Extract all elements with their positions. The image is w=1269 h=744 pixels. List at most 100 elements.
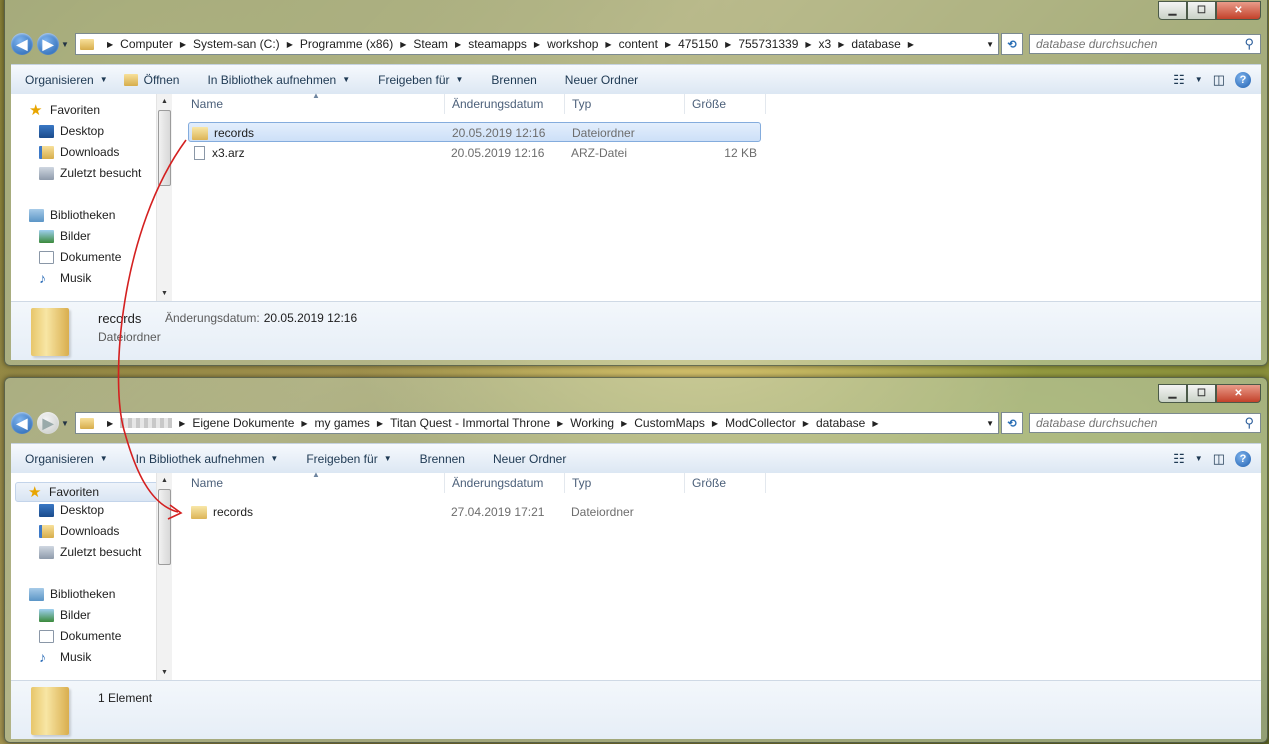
search-icon[interactable]: ⚲ [1244,36,1254,52]
minimize-button[interactable]: ▁ [1158,1,1187,20]
chevron-right-icon[interactable]: ▶ [838,40,844,49]
share-button[interactable]: Freigeben für ▼ [364,73,477,87]
back-button[interactable]: ◀ [11,412,33,434]
new-folder-button[interactable]: Neuer Ordner [551,73,652,87]
address-dropdown-icon[interactable]: ▼ [986,419,994,428]
address-bar[interactable]: ▶ ▶ Eigene Dokumente ▶ my games ▶ Titan Qu… [75,412,999,434]
breadcrumb-item[interactable]: Working [570,416,614,430]
breadcrumb-item[interactable]: x3 [819,37,832,51]
chevron-right-icon[interactable]: ▶ [400,40,406,49]
scrollbar-thumb[interactable] [158,489,171,565]
open-button[interactable]: Öffnen [122,73,194,87]
chevron-right-icon[interactable]: ▶ [301,419,307,428]
search-icon[interactable]: ⚲ [1244,415,1254,431]
table-row[interactable]: x3.arz 20.05.2019 12:16 ARZ-Datei 12 KB [188,143,761,163]
nav-scrollbar[interactable]: ▲ ▼ [156,94,172,301]
chevron-right-icon[interactable]: ▶ [605,40,611,49]
breadcrumb-item[interactable]: System-san (C:) [193,37,280,51]
help-icon[interactable]: ? [1235,450,1251,467]
search-box[interactable]: ⚲ [1029,413,1261,433]
column-header-type[interactable]: Typ [572,473,591,493]
nav-scrollbar[interactable]: ▲ ▼ [156,473,172,680]
nav-item-favorites[interactable]: ★ Favoriten [15,482,159,502]
chevron-right-icon[interactable]: ▶ [107,419,113,428]
refresh-button[interactable]: ⟲ [1001,412,1023,434]
share-button[interactable]: Freigeben für ▼ [292,452,405,466]
column-header-name[interactable]: Name [191,473,223,493]
breadcrumb-item[interactable]: database [851,37,900,51]
breadcrumb-item[interactable]: CustomMaps [634,416,705,430]
scroll-down-icon[interactable]: ▼ [157,665,172,680]
back-button[interactable]: ◀ [11,33,33,55]
maximize-button[interactable]: ☐ [1187,1,1216,20]
organize-button[interactable]: Organisieren ▼ [11,452,122,466]
breadcrumb-item[interactable]: Titan Quest - Immortal Throne [390,416,550,430]
close-button[interactable]: ✕ [1216,384,1261,403]
breadcrumb-item[interactable]: workshop [547,37,598,51]
nav-item-libraries[interactable]: Bibliotheken [29,587,115,601]
nav-item-documents[interactable]: Dokumente [39,250,121,264]
refresh-button[interactable]: ⟲ [1001,33,1023,55]
chevron-right-icon[interactable]: ▶ [179,419,185,428]
view-options-icon[interactable]: ☷ [1173,451,1185,467]
scroll-down-icon[interactable]: ▼ [157,286,172,301]
breadcrumb-item[interactable]: Steam [413,37,448,51]
organize-button[interactable]: Organisieren ▼ [11,73,122,87]
chevron-right-icon[interactable]: ▶ [180,40,186,49]
column-header-size[interactable]: Größe [692,473,726,493]
address-bar[interactable]: ▶ Computer ▶ System-san (C:) ▶ Programme (… [75,33,999,55]
column-divider[interactable] [444,94,445,114]
view-options-icon[interactable]: ☷ [1173,72,1185,88]
nav-item-desktop[interactable]: Desktop [39,503,104,517]
new-folder-button[interactable]: Neuer Ordner [479,452,580,466]
scroll-up-icon[interactable]: ▲ [157,473,172,488]
chevron-right-icon[interactable]: ▶ [725,40,731,49]
include-library-button[interactable]: In Bibliothek aufnehmen ▼ [122,452,293,466]
chevron-right-icon[interactable]: ▶ [803,419,809,428]
nav-item-documents[interactable]: Dokumente [39,629,121,643]
breadcrumb-item[interactable]: content [619,37,658,51]
maximize-button[interactable]: ☐ [1187,384,1216,403]
chevron-down-icon[interactable]: ▼ [1195,454,1203,463]
help-icon[interactable]: ? [1235,71,1251,88]
nav-item-music[interactable]: ♪ Musik [39,271,91,286]
table-row[interactable]: records 27.04.2019 17:21 Dateiordner [188,502,761,522]
search-input[interactable] [1036,416,1236,430]
chevron-right-icon[interactable]: ▶ [557,419,563,428]
forward-button[interactable]: ▶ [37,33,59,55]
search-input[interactable] [1036,37,1236,51]
column-divider[interactable] [564,473,565,493]
column-header-size[interactable]: Größe [692,94,726,114]
include-library-button[interactable]: In Bibliothek aufnehmen ▼ [193,73,364,87]
column-divider[interactable] [684,94,685,114]
burn-button[interactable]: Brennen [477,73,550,87]
column-divider[interactable] [444,473,445,493]
breadcrumb-item[interactable]: 475150 [678,37,718,51]
column-divider[interactable] [564,94,565,114]
chevron-right-icon[interactable]: ▶ [805,40,811,49]
preview-pane-icon[interactable]: ◫ [1213,451,1225,467]
breadcrumb-item[interactable]: my games [315,416,370,430]
address-dropdown-icon[interactable]: ▼ [986,40,994,49]
history-dropdown-icon[interactable]: ▼ [59,40,71,49]
column-divider[interactable] [684,473,685,493]
column-header-name[interactable]: Name [191,94,223,114]
nav-item-downloads[interactable]: Downloads [39,524,119,538]
nav-item-favorites[interactable]: ★ Favoriten [29,103,100,118]
breadcrumb-item[interactable]: steamapps [468,37,527,51]
breadcrumb-item[interactable]: Computer [120,37,173,51]
chevron-right-icon[interactable]: ▶ [621,419,627,428]
chevron-right-icon[interactable]: ▶ [377,419,383,428]
chevron-right-icon[interactable]: ▶ [872,419,878,428]
breadcrumb-item[interactable]: Programme (x86) [300,37,393,51]
scrollbar-thumb[interactable] [158,110,171,186]
history-dropdown-icon[interactable]: ▼ [59,419,71,428]
forward-button[interactable]: ▶ [37,412,59,434]
chevron-right-icon[interactable]: ▶ [908,40,914,49]
breadcrumb-item[interactable]: ModCollector [725,416,796,430]
preview-pane-icon[interactable]: ◫ [1213,72,1225,88]
breadcrumb-item[interactable]: Eigene Dokumente [192,416,294,430]
scroll-up-icon[interactable]: ▲ [157,94,172,109]
chevron-right-icon[interactable]: ▶ [712,419,718,428]
nav-item-pictures[interactable]: Bilder [39,229,91,243]
